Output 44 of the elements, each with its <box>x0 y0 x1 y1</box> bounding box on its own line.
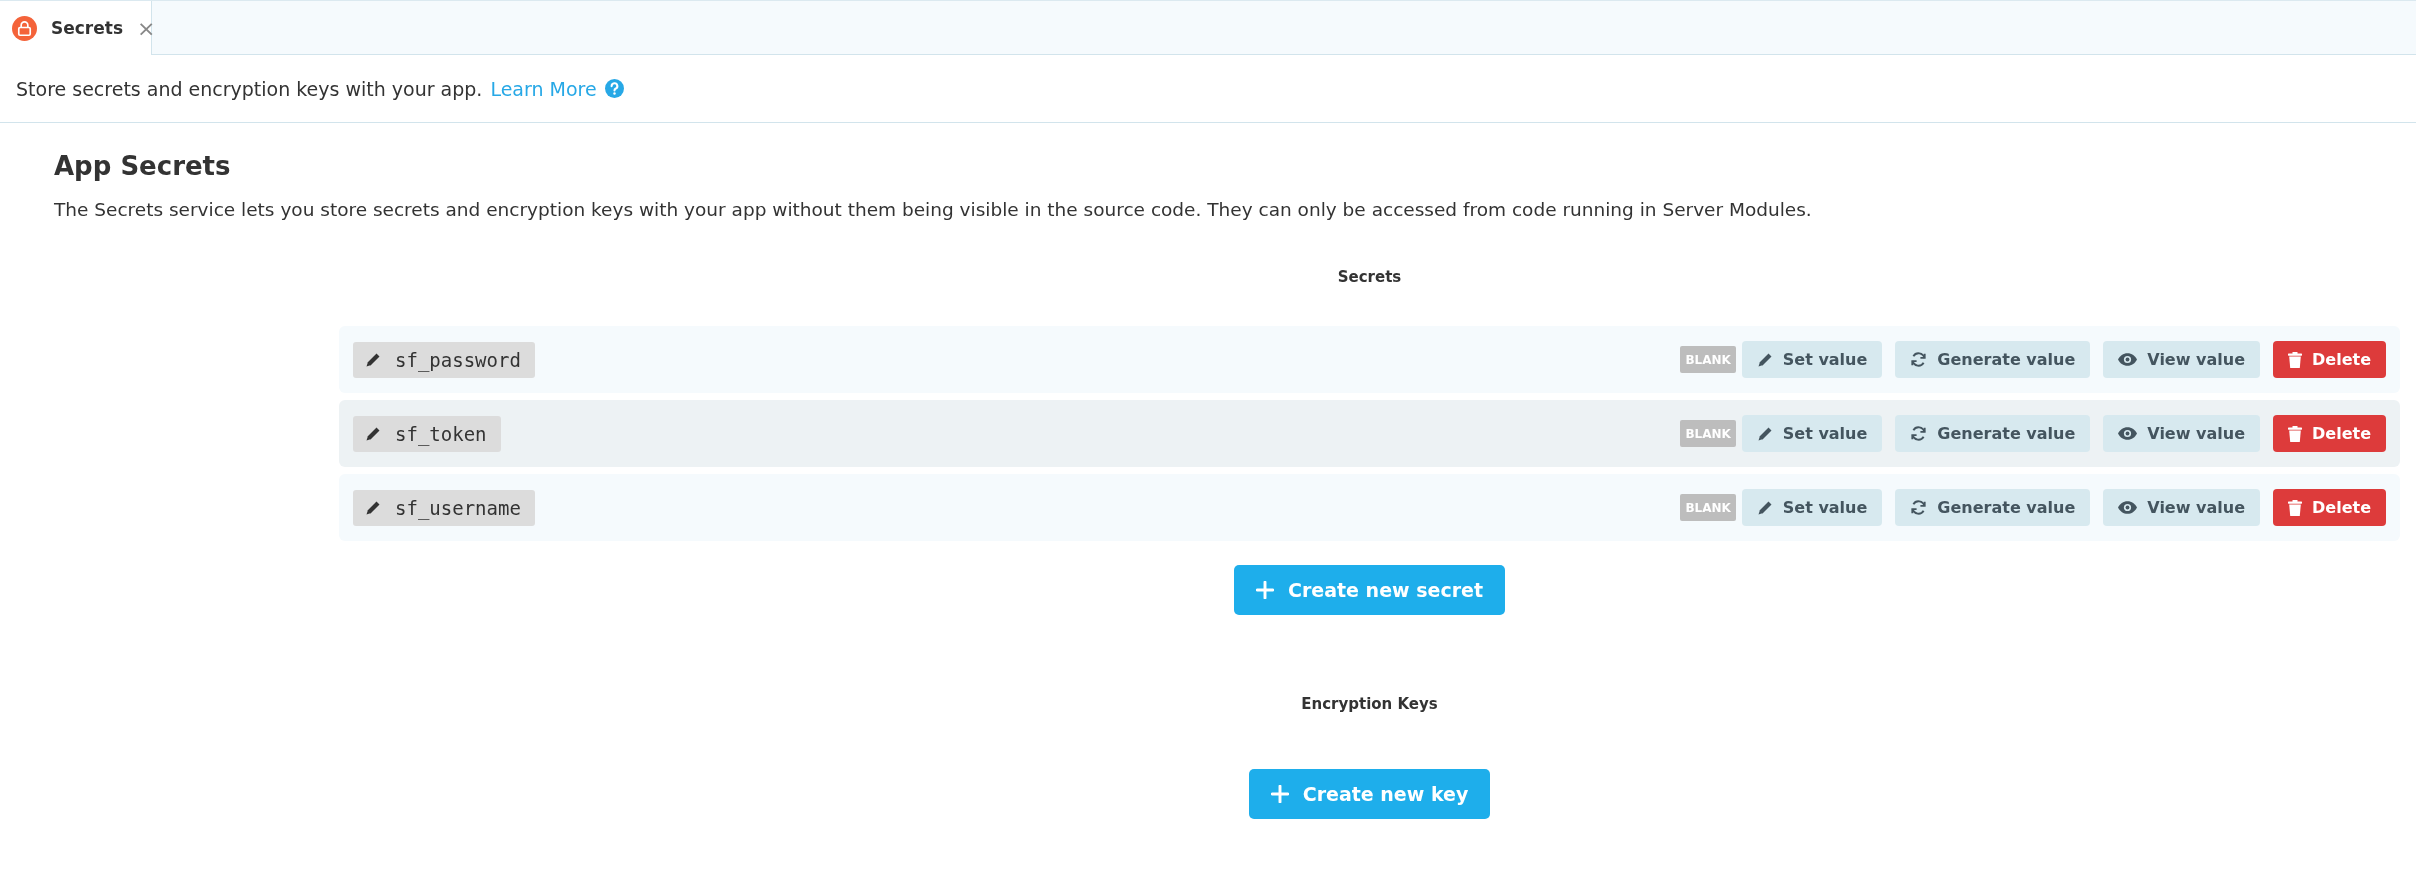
page-title: App Secrets <box>54 151 232 181</box>
blank-badge: BLANK <box>1680 494 1736 521</box>
delete-button[interactable]: Delete <box>2273 489 2386 526</box>
view-value-button[interactable]: View value <box>2103 489 2261 526</box>
view-value-button[interactable]: View value <box>2103 341 2261 378</box>
blank-badge: BLANK <box>1680 420 1736 447</box>
secret-name[interactable]: sf_username <box>353 489 535 526</box>
intro-text: Store secrets and encryption keys with your app. <box>16 77 483 100</box>
set-value-button[interactable]: Set value <box>1741 489 1883 526</box>
sync-icon <box>1910 351 1928 368</box>
eye-icon <box>2118 427 2138 440</box>
pencil-icon <box>1756 499 1773 516</box>
sync-icon <box>1910 499 1928 516</box>
view-value-button[interactable]: View value <box>2103 415 2261 452</box>
generate-value-button[interactable]: Generate value <box>1895 415 2091 452</box>
lock-icon <box>12 15 37 41</box>
keys-heading: Encryption Keys <box>1301 695 1438 713</box>
trash-icon <box>2288 425 2303 442</box>
secret-name[interactable]: sf_password <box>353 341 535 378</box>
secret-name[interactable]: sf_token <box>353 415 501 452</box>
pencil-icon <box>365 351 381 368</box>
pencil-icon <box>365 425 381 442</box>
generate-value-button[interactable]: Generate value <box>1895 489 2091 526</box>
pencil-icon <box>365 499 381 516</box>
tab-label: Secrets <box>51 18 123 38</box>
sync-icon <box>1910 425 1928 442</box>
pencil-icon <box>1756 351 1773 368</box>
trash-icon <box>2288 499 2303 516</box>
blank-badge: BLANK <box>1680 346 1736 373</box>
pencil-icon <box>1756 425 1773 442</box>
plus-icon <box>1270 785 1289 803</box>
generate-value-button[interactable]: Generate value <box>1895 341 2091 378</box>
set-value-button[interactable]: Set value <box>1741 415 1883 452</box>
plus-icon <box>1256 581 1274 599</box>
delete-button[interactable]: Delete <box>2273 341 2386 378</box>
eye-icon <box>2118 353 2138 366</box>
secrets-heading: Secrets <box>1337 268 1402 286</box>
help-icon[interactable] <box>604 79 624 98</box>
secrets-tab[interactable]: Secrets × <box>0 1 152 55</box>
delete-button[interactable]: Delete <box>2273 415 2386 452</box>
trash-icon <box>2288 351 2303 368</box>
description-text: The Secrets service lets you store secrets and encryption keys with your app without them being visible in the source code. They can only be accessed from code running in Server Modules. <box>54 199 1813 220</box>
set-value-button[interactable]: Set value <box>1741 341 1883 378</box>
eye-icon <box>2118 501 2138 514</box>
